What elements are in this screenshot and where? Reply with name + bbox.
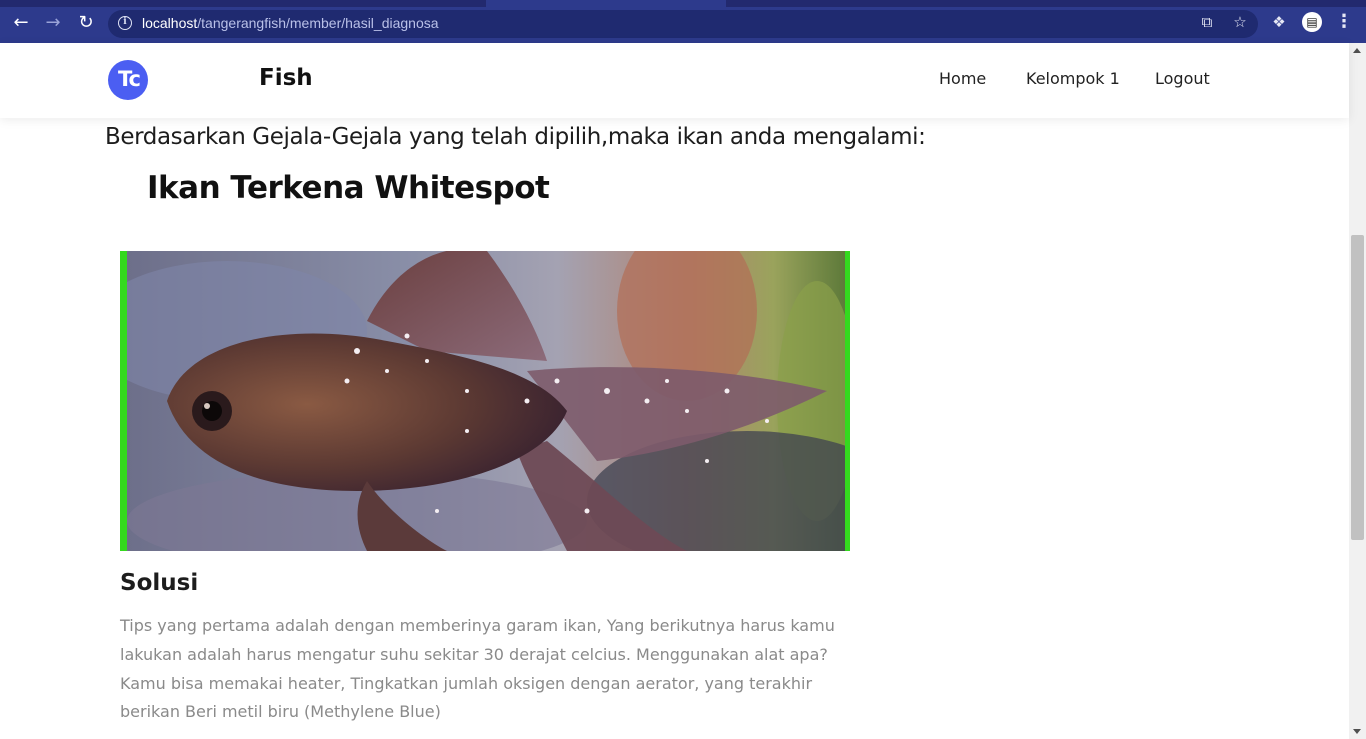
menu-icon[interactable]: ⋮ (1334, 12, 1354, 32)
profile-icon[interactable]: ▤ (1302, 12, 1322, 32)
share-icon[interactable]: ⧉ (1197, 12, 1217, 32)
url-text[interactable]: localhost/tangerangfish/member/hasil_dia… (142, 15, 439, 31)
fish-illustration (127, 251, 845, 551)
extensions-icon[interactable]: ❖ (1269, 12, 1289, 32)
brand-name[interactable]: Fish (259, 65, 313, 91)
back-arrow-icon[interactable]: ← (10, 12, 32, 34)
nav-kelompok-1[interactable]: Kelompok 1 (1026, 69, 1120, 88)
solution-text: Tips yang pertama adalah dengan memberin… (120, 616, 835, 722)
reload-icon[interactable]: ↻ (75, 12, 97, 34)
diagnosis-image (120, 251, 850, 551)
info-icon[interactable]: i (118, 16, 132, 30)
url-host: localhost (142, 15, 198, 31)
logo[interactable]: Tc (108, 60, 148, 100)
browser-toolbar: ← → ↻ i localhost/tangerangfish/member/h… (0, 0, 1366, 43)
scroll-up-icon[interactable] (1353, 48, 1361, 53)
star-icon[interactable]: ☆ (1230, 12, 1250, 32)
forward-arrow-icon[interactable]: → (42, 12, 64, 34)
diagnosis-intro: Berdasarkan Gejala-Gejala yang telah dip… (105, 124, 926, 150)
scrollbar-thumb[interactable] (1351, 235, 1364, 540)
active-tab[interactable] (486, 0, 726, 7)
scroll-down-icon[interactable] (1353, 729, 1361, 734)
solution-title: Solusi (120, 570, 199, 596)
logo-text: Tc (118, 67, 141, 91)
site-header: Tc Fish Home Kelompok 1 Logout (0, 43, 1349, 118)
page-scrollbar[interactable] (1349, 43, 1366, 739)
diagnosis-title: Ikan Terkena Whitespot (147, 170, 550, 206)
url-path: /tangerangfish/member/hasil_diagnosa (197, 15, 439, 31)
nav-home[interactable]: Home (939, 69, 986, 88)
nav-logout[interactable]: Logout (1155, 69, 1210, 88)
